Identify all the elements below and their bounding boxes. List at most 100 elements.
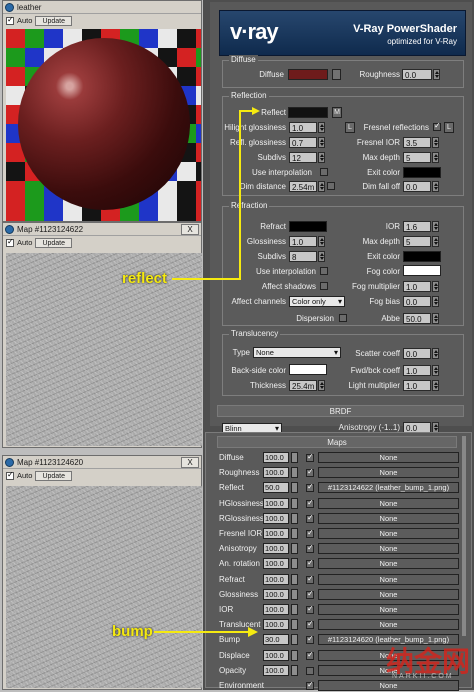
fog-color-swatch[interactable] xyxy=(403,265,441,276)
refl-glossiness-spinner[interactable] xyxy=(318,137,325,148)
map-amount-spinner[interactable] xyxy=(291,619,298,631)
map-slot-button[interactable]: None xyxy=(318,452,459,463)
map-amount-field[interactable]: 100.0 xyxy=(263,619,289,631)
auto-checkbox[interactable] xyxy=(6,470,14,480)
ior-field[interactable]: 1.6 xyxy=(403,221,431,232)
map-amount-spinner[interactable] xyxy=(291,452,298,463)
refr-glossiness-field[interactable]: 1.0 xyxy=(289,236,317,247)
fog-multiplier-field[interactable]: 1.0 xyxy=(403,281,431,292)
map-slot-button[interactable]: None xyxy=(318,588,459,600)
fwd-bck-coeff-field[interactable]: 1.0 xyxy=(403,365,431,376)
map-slot-button[interactable]: None xyxy=(318,619,459,631)
map-amount-field[interactable]: 100.0 xyxy=(263,512,289,524)
backside-color-swatch[interactable] xyxy=(289,364,327,375)
brdf-rollout-header[interactable]: BRDF xyxy=(217,405,464,417)
update-button[interactable]: Update xyxy=(35,237,73,248)
roughness-field[interactable]: 0.0 xyxy=(402,69,432,80)
refr-max-depth-spinner[interactable] xyxy=(432,236,439,247)
thickness-field[interactable]: 25.4m xyxy=(289,380,317,391)
map-slot-button[interactable]: #1123124622 (leather_bump_1.png) xyxy=(318,482,459,494)
hilight-lock-button[interactable]: L xyxy=(345,122,355,133)
map-amount-spinner[interactable] xyxy=(291,543,298,555)
map-amount-spinner[interactable] xyxy=(291,467,298,479)
affect-shadows-checkbox[interactable] xyxy=(320,282,328,290)
reflect-color-swatch[interactable] xyxy=(288,107,328,118)
map-enable-checkbox[interactable] xyxy=(306,513,314,523)
map-slot-button[interactable]: None xyxy=(318,497,459,509)
refl-glossiness-field[interactable]: 0.7 xyxy=(289,137,317,148)
map-amount-field[interactable]: 100.0 xyxy=(263,467,289,479)
map-amount-field[interactable]: 30.0 xyxy=(263,634,289,646)
refr-subdivs-spinner[interactable] xyxy=(318,251,325,262)
dispersion-checkbox[interactable] xyxy=(339,314,347,322)
map-amount-spinner[interactable] xyxy=(291,573,298,585)
map-amount-spinner[interactable] xyxy=(291,634,298,646)
map-amount-field[interactable]: 100.0 xyxy=(263,573,289,585)
hilight-glossiness-spinner[interactable] xyxy=(318,122,325,133)
fresnel-ior-spinner[interactable] xyxy=(432,137,439,148)
map-enable-checkbox[interactable] xyxy=(306,543,314,554)
fog-bias-spinner[interactable] xyxy=(432,296,439,307)
map-slot-button[interactable]: None xyxy=(318,512,459,524)
map-slot-button[interactable]: None xyxy=(318,467,459,479)
fwd-bck-coeff-spinner[interactable] xyxy=(432,365,439,376)
dim-fall-off-spinner[interactable] xyxy=(432,181,439,192)
refr-max-depth-field[interactable]: 5 xyxy=(403,236,431,247)
maps-scrollbar[interactable] xyxy=(462,436,466,636)
light-multiplier-field[interactable]: 1.0 xyxy=(403,380,431,391)
map-amount-spinner[interactable] xyxy=(291,588,298,600)
close-button[interactable]: X xyxy=(181,456,199,468)
map-enable-checkbox[interactable] xyxy=(306,604,314,614)
fog-multiplier-spinner[interactable] xyxy=(432,281,439,292)
auto-checkbox[interactable] xyxy=(6,15,14,25)
map-amount-field[interactable]: 100.0 xyxy=(263,452,289,463)
map-amount-spinner[interactable] xyxy=(291,497,298,509)
refl-subdivs-spinner[interactable] xyxy=(318,152,325,163)
map-slot-button[interactable]: None xyxy=(318,604,459,615)
map-amount-spinner[interactable] xyxy=(291,482,298,494)
map-enable-checkbox[interactable] xyxy=(306,634,314,645)
map-enable-checkbox[interactable] xyxy=(306,452,314,462)
map-enable-checkbox[interactable] xyxy=(306,650,314,660)
map-amount-spinner[interactable] xyxy=(291,664,298,676)
reflect-map-button[interactable]: M xyxy=(332,107,342,118)
map-amount-field[interactable]: 50.0 xyxy=(263,482,289,494)
dim-fall-off-field[interactable]: 0.0 xyxy=(403,181,431,192)
update-button[interactable]: Update xyxy=(35,15,73,26)
light-multiplier-spinner[interactable] xyxy=(432,380,439,391)
diffuse-map-button[interactable] xyxy=(332,69,341,80)
map-amount-field[interactable]: 100.0 xyxy=(263,664,289,676)
map-amount-spinner[interactable] xyxy=(291,512,298,524)
fresnel-reflections-checkbox[interactable] xyxy=(433,121,441,131)
roughness-spinner[interactable] xyxy=(433,69,440,80)
refl-max-depth-field[interactable]: 5 xyxy=(403,152,431,163)
refr-exit-color-swatch[interactable] xyxy=(403,251,441,262)
map-amount-field[interactable]: 100.0 xyxy=(263,528,289,539)
thickness-spinner[interactable] xyxy=(318,380,325,391)
hilight-glossiness-field[interactable]: 1.0 xyxy=(289,122,317,133)
refl-max-depth-spinner[interactable] xyxy=(432,152,439,163)
map-enable-checkbox[interactable] xyxy=(306,528,314,538)
map-amount-field[interactable]: 100.0 xyxy=(263,649,289,661)
map-amount-spinner[interactable] xyxy=(291,558,298,570)
abbe-field[interactable]: 50.0 xyxy=(403,313,431,324)
map-enable-checkbox[interactable] xyxy=(306,680,314,690)
scatter-coeff-field[interactable]: 0.0 xyxy=(403,348,431,359)
update-button[interactable]: Update xyxy=(35,470,73,481)
dim-distance-field[interactable]: 2.54m xyxy=(289,181,317,192)
map-amount-field[interactable]: 100.0 xyxy=(263,543,289,555)
fog-bias-field[interactable]: 0.0 xyxy=(403,296,431,307)
map-slot-button[interactable]: None xyxy=(318,528,459,539)
fresnel-ior-field[interactable]: 3.5 xyxy=(403,137,431,148)
map-amount-spinner[interactable] xyxy=(291,604,298,615)
map-enable-checkbox[interactable] xyxy=(306,467,314,478)
map-amount-spinner[interactable] xyxy=(291,528,298,539)
refr-use-interpolation-checkbox[interactable] xyxy=(320,267,328,275)
map-enable-checkbox[interactable] xyxy=(306,498,314,508)
dim-distance-checkbox[interactable] xyxy=(327,182,335,190)
map-amount-field[interactable]: 100.0 xyxy=(263,497,289,509)
refract-color-swatch[interactable] xyxy=(289,221,327,232)
map-amount-field[interactable]: 100.0 xyxy=(263,558,289,570)
map-enable-checkbox[interactable] xyxy=(306,482,314,493)
diffuse-color-swatch[interactable] xyxy=(288,69,328,80)
